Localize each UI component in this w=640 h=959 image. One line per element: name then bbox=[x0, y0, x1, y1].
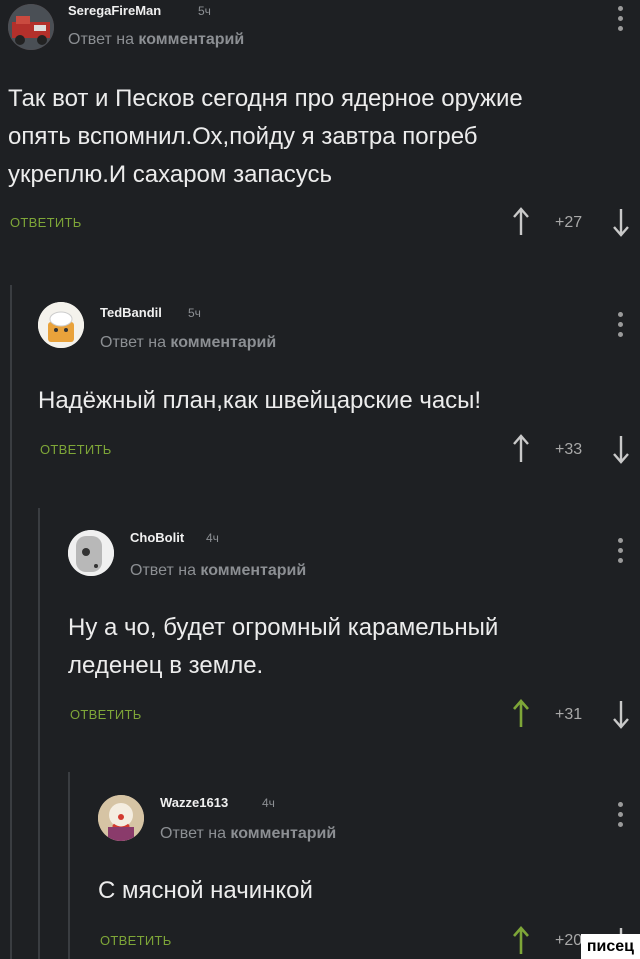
timestamp: 5ч bbox=[188, 306, 201, 320]
avatar[interactable] bbox=[38, 302, 84, 348]
upvote-arrow-icon[interactable] bbox=[511, 926, 531, 956]
thread-line-2 bbox=[38, 508, 40, 959]
rating: +33 bbox=[555, 441, 583, 458]
reply-meta: Ответ на комментарий bbox=[130, 562, 307, 579]
reply-meta: Ответ на комментарий bbox=[160, 825, 337, 842]
rating: +27 bbox=[555, 214, 583, 231]
thread-line-3 bbox=[68, 772, 70, 959]
more-options-icon[interactable] bbox=[618, 6, 624, 34]
more-options-icon[interactable] bbox=[618, 312, 624, 340]
downvote-arrow-icon[interactable] bbox=[611, 434, 631, 464]
parent-comment-link[interactable]: комментарий bbox=[170, 334, 276, 351]
comment-text: Так вот и Песков сегодня про ядерное ору… bbox=[8, 85, 523, 188]
comment-text: Ну а чо, будет огромный карамельный леде… bbox=[68, 614, 499, 679]
timestamp: 5ч bbox=[198, 4, 211, 18]
more-options-icon[interactable] bbox=[618, 802, 624, 830]
comment-text: Надёжный план,как швейцарские часы! bbox=[38, 387, 482, 414]
rating: +20 bbox=[555, 932, 583, 949]
avatar-image-icon bbox=[68, 530, 114, 576]
upvote-arrow-icon[interactable] bbox=[511, 434, 531, 464]
username[interactable]: Wazze1613 bbox=[160, 795, 228, 810]
upvote-arrow-icon[interactable] bbox=[511, 207, 531, 237]
downvote-arrow-icon[interactable] bbox=[611, 207, 631, 237]
thread-line-1 bbox=[10, 285, 12, 959]
avatar[interactable] bbox=[8, 4, 54, 50]
comment-text: С мясной начинкой bbox=[98, 877, 313, 904]
timestamp: 4ч bbox=[262, 796, 275, 810]
username[interactable]: ChoBolit bbox=[130, 530, 184, 545]
reply-button[interactable]: ОТВЕТИТЬ bbox=[40, 442, 112, 457]
clown-avatar-icon bbox=[98, 795, 144, 841]
parent-comment-link[interactable]: комментарий bbox=[200, 562, 306, 579]
upvote-arrow-icon[interactable] bbox=[511, 699, 531, 729]
more-options-icon[interactable] bbox=[618, 538, 624, 566]
rating: +31 bbox=[555, 706, 583, 723]
parent-comment-link[interactable]: комментарий bbox=[230, 825, 336, 842]
avatar[interactable] bbox=[68, 530, 114, 576]
watermark: писец bbox=[580, 934, 640, 959]
fire-truck-avatar-icon bbox=[8, 4, 54, 50]
reply-button[interactable]: ОТВЕТИТЬ bbox=[10, 215, 82, 230]
parent-comment-link[interactable]: комментарий bbox=[138, 31, 244, 48]
avatar[interactable] bbox=[98, 795, 144, 841]
chef-avatar-icon bbox=[38, 302, 84, 348]
reply-button[interactable]: ОТВЕТИТЬ bbox=[70, 707, 142, 722]
username[interactable]: TedBandil bbox=[100, 305, 162, 320]
downvote-arrow-icon[interactable] bbox=[611, 699, 631, 729]
reply-meta: Ответ на комментарий bbox=[68, 31, 245, 48]
reply-button[interactable]: ОТВЕТИТЬ bbox=[100, 933, 172, 948]
reply-meta: Ответ на комментарий bbox=[100, 334, 277, 351]
timestamp: 4ч bbox=[206, 531, 219, 545]
username[interactable]: SeregaFireMan bbox=[68, 3, 161, 18]
